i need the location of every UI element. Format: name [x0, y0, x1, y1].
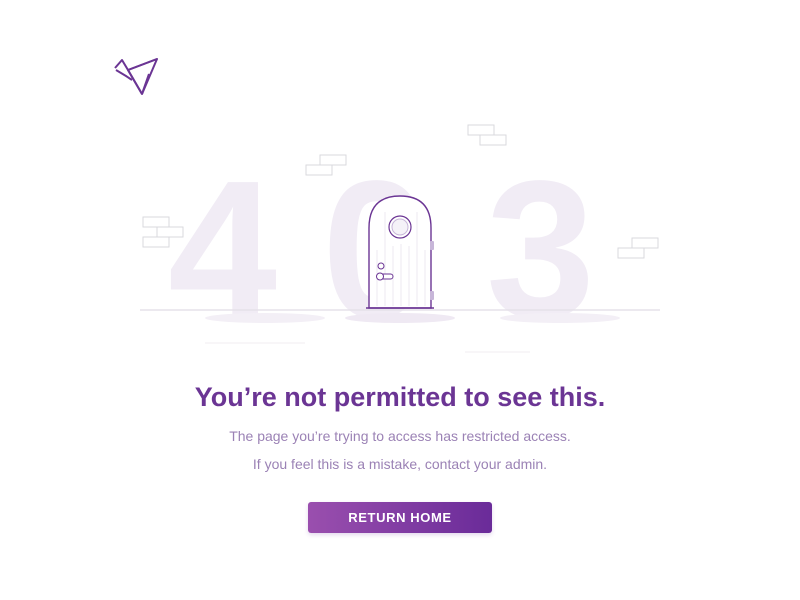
door-icon	[366, 195, 434, 309]
page-title: You’re not permitted to see this.	[194, 382, 606, 412]
origami-bird-logo-icon[interactable]	[112, 54, 160, 96]
brick	[319, 154, 347, 166]
door-illustration	[140, 124, 660, 353]
brick	[142, 216, 170, 228]
shadow	[205, 313, 325, 323]
brick	[156, 226, 184, 238]
description-line-1: The page you’re trying to access has res…	[229, 428, 571, 444]
return-home-button[interactable]: RETURN HOME	[308, 502, 492, 533]
brick	[631, 237, 659, 249]
description-line-2: If you feel this is a mistake, contact y…	[252, 456, 548, 472]
brick	[305, 164, 333, 176]
shadow	[345, 313, 455, 323]
error-page: 4 0 3	[0, 0, 800, 600]
brick	[142, 236, 170, 248]
brick	[467, 124, 495, 136]
brick	[479, 134, 507, 146]
shadow	[500, 313, 620, 323]
brick	[617, 247, 645, 259]
